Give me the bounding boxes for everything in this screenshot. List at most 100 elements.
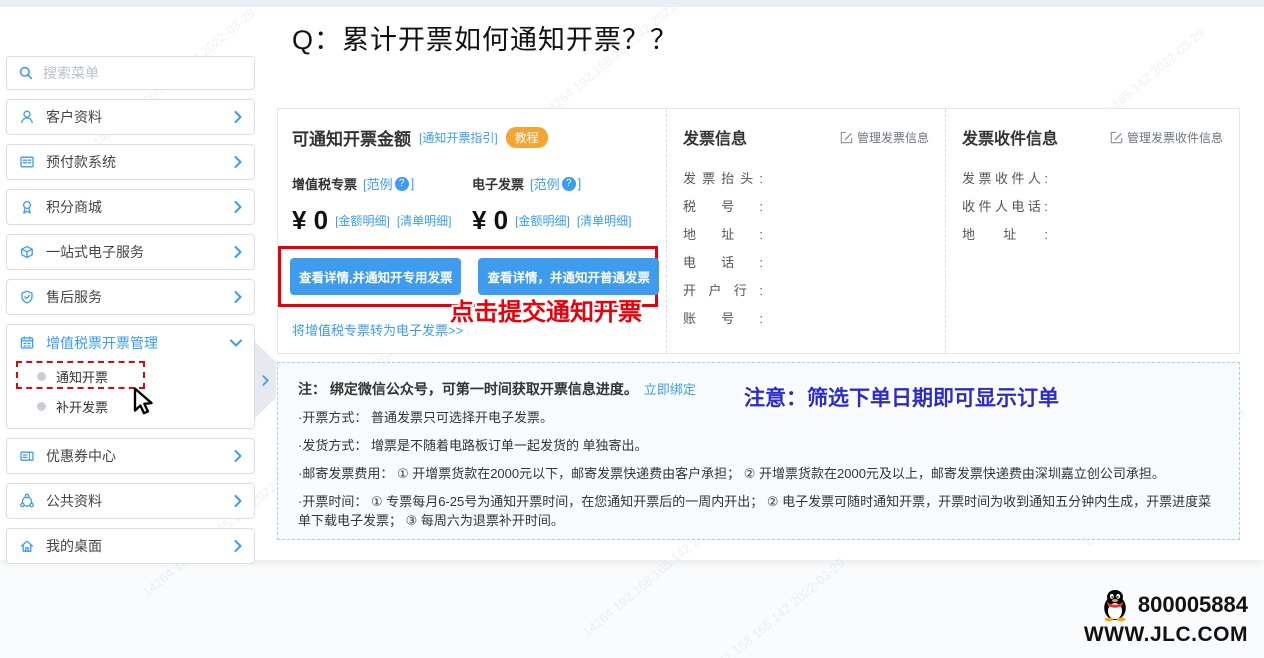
- invoice-info-column: 发票信息 管理发票信息 发票抬头: 税号: 地址: 电话: 开户行: 账号:: [666, 109, 945, 353]
- chevron-right-icon: [262, 375, 269, 386]
- section-title: 发票收件信息: [962, 125, 1058, 149]
- note-prefix: 注：: [298, 381, 326, 397]
- red-annotation: 点击提交通知开票: [450, 292, 642, 327]
- chevron-right-icon: [234, 111, 242, 123]
- bullet-dot-icon: [37, 402, 46, 411]
- invoice-calendar-icon: [19, 335, 35, 351]
- sidebar-item-label: 一站式电子服务: [46, 242, 223, 262]
- sidebar-item-label: 公共资料: [46, 491, 223, 511]
- invoice-field-bank: 开户行:: [683, 277, 929, 305]
- edit-icon: [1110, 131, 1123, 144]
- sidebar-group-label: 增值税票开票管理: [46, 333, 219, 353]
- chevron-right-icon: [234, 246, 242, 258]
- amount-detail-link[interactable]: [金额明细]: [335, 212, 390, 229]
- search-box[interactable]: [6, 56, 255, 90]
- sample-link-text: [范例: [363, 174, 393, 193]
- notify-normal-invoice-button[interactable]: 查看详情，并通知开普通发票: [478, 258, 659, 295]
- vat-sample-link[interactable]: [范例 ? ]: [363, 174, 414, 193]
- sidebar-item-one-stop-service[interactable]: 一站式电子服务: [6, 234, 255, 270]
- bind-now-link[interactable]: 立即绑定: [644, 382, 696, 397]
- e-invoice-sample-link[interactable]: [范例 ? ]: [530, 174, 581, 193]
- help-question-icon[interactable]: ?: [562, 177, 576, 191]
- invoice-panel: 可通知开票金额 [通知开票指引] 教程 增值税专票 [范例 ? ] ¥ 0 [金…: [277, 108, 1240, 354]
- note-head-text: 绑定微信公众号，可第一时间获取开票信息进度。: [330, 381, 638, 397]
- search-input[interactable]: [43, 65, 243, 81]
- sidebar-item-points-mall[interactable]: 积分商城: [6, 189, 255, 225]
- home-icon: [19, 538, 35, 554]
- section-title: 发票信息: [683, 125, 747, 149]
- amount-detail-link[interactable]: [金额明细]: [515, 212, 570, 229]
- chevron-right-icon: [234, 291, 242, 303]
- sidebar-group-header[interactable]: 增值税票开票管理: [7, 325, 254, 361]
- e-invoice-amount-value: ¥ 0: [472, 205, 508, 236]
- list-detail-link[interactable]: [清单明细]: [397, 212, 452, 229]
- sidebar-item-customer-profile[interactable]: 客户资料: [6, 99, 255, 135]
- coupon-icon: [19, 448, 35, 464]
- invoice-field-phone: 电话:: [683, 249, 929, 277]
- sidebar-item-label: 积分商城: [46, 197, 223, 217]
- subitem-label: 通知开票: [56, 367, 108, 386]
- chevron-down-icon: [230, 339, 242, 347]
- tutorial-badge[interactable]: 教程: [506, 127, 548, 148]
- invoice-field-account: 账号:: [683, 305, 929, 333]
- notify-special-invoice-button[interactable]: 查看详情,并通知开专用发票: [290, 258, 461, 295]
- manage-invoice-info-link[interactable]: 管理发票信息: [840, 129, 929, 146]
- network-globe-icon: [19, 493, 35, 509]
- sidebar-item-public-data[interactable]: 公共资料: [6, 483, 255, 519]
- manage-recipient-info-link[interactable]: 管理发票收件信息: [1110, 129, 1223, 146]
- recipient-info-column: 发票收件信息 管理发票收件信息 发票收件人: 收件人电话: 地址:: [945, 109, 1239, 353]
- sidebar-item-coupon-center[interactable]: 优惠券中心: [6, 438, 255, 474]
- invoice-field-title: 发票抬头:: [683, 165, 929, 193]
- subitem-label: 补开发票: [56, 397, 108, 416]
- manage-link-text: 管理发票收件信息: [1127, 129, 1223, 146]
- manage-link-text: 管理发票信息: [857, 129, 929, 146]
- sample-link-text: [范例: [530, 174, 560, 193]
- sidebar-item-label: 优惠券中心: [46, 446, 223, 466]
- section-title: 可通知开票金额: [292, 125, 411, 150]
- e-invoice-label: 电子发票: [472, 174, 524, 193]
- vat-amount-value: ¥ 0: [292, 205, 328, 236]
- sidebar-item-my-desktop[interactable]: 我的桌面: [6, 528, 255, 564]
- recipient-field-name: 发票收件人:: [962, 165, 1223, 193]
- sidebar: 客户资料 预付款系统 积分商城 一站式电子服务 售后服务 增值税票开票管理 通知…: [6, 56, 255, 564]
- note-bullet: ·发货方式： 增票是不随着电路板订单一起发货的 单独寄出。: [298, 436, 1219, 455]
- chevron-right-icon: [234, 495, 242, 507]
- help-question-icon[interactable]: ?: [395, 177, 409, 191]
- recipient-field-phone: 收件人电话:: [962, 193, 1223, 221]
- sidebar-item-label: 客户资料: [46, 107, 223, 127]
- shield-icon: [19, 289, 35, 305]
- top-bar: [0, 0, 1264, 7]
- page-title: Q：累计开票如何通知开票？？: [292, 18, 678, 57]
- search-icon: [18, 65, 34, 81]
- notify-amount-column: 可通知开票金额 [通知开票指引] 教程 增值税专票 [范例 ? ] ¥ 0 [金…: [278, 109, 666, 353]
- medal-icon: [19, 199, 35, 215]
- chevron-right-icon: [234, 156, 242, 168]
- vat-special-label: 增值税专票: [292, 174, 357, 193]
- sample-link-text: ]: [578, 176, 582, 191]
- sidebar-subitem-reissue-invoice[interactable]: 补开发票: [7, 391, 254, 421]
- sidebar-item-label: 售后服务: [46, 287, 223, 307]
- sidebar-group-vat-invoice-management: 增值税票开票管理 通知开票 补开发票: [6, 324, 255, 429]
- sidebar-subitem-notify-invoicing[interactable]: 通知开票: [7, 361, 254, 391]
- qq-number: 800005884: [1138, 592, 1248, 618]
- chevron-right-icon: [234, 540, 242, 552]
- qq-penguin-icon: [1100, 588, 1130, 622]
- list-detail-link[interactable]: [清单明细]: [577, 212, 632, 229]
- e-invoice-block: 电子发票 [范例 ? ] ¥ 0 [金额明细] [清单明细]: [472, 174, 652, 236]
- recipient-field-address: 地址:: [962, 221, 1223, 249]
- sample-link-text: ]: [411, 176, 415, 191]
- bullet-dot-icon: [37, 372, 46, 381]
- edit-icon: [840, 131, 853, 144]
- chevron-right-icon: [234, 450, 242, 462]
- watermark: 14264 192.168.165.142 2022-03-29: [679, 555, 848, 658]
- blue-annotation: 注意：筛选下单日期即可显示订单: [744, 382, 1059, 412]
- invoicing-guide-link[interactable]: [通知开票指引]: [419, 129, 498, 146]
- note-bullet: ·开票时间： ① 专票每月6-25号为通知开票时间，在您通知开票后的一周内开出；…: [298, 492, 1219, 530]
- sidebar-item-after-sales[interactable]: 售后服务: [6, 279, 255, 315]
- prepay-card-icon: [19, 154, 35, 170]
- convert-to-e-invoice-link[interactable]: 将增值税专票转为电子发票>>: [292, 320, 463, 339]
- box-icon: [19, 244, 35, 260]
- sidebar-item-prepayment[interactable]: 预付款系统: [6, 144, 255, 180]
- note-bullet: ·邮寄发票费用： ① 开增票货款在2000元以下，邮寄发票快递费由客户承担； ②…: [298, 464, 1219, 483]
- chevron-right-icon: [234, 201, 242, 213]
